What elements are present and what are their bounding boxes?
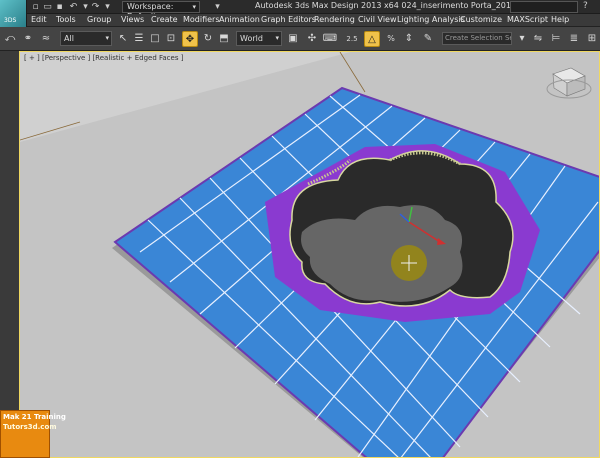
watermark-line-1: Mak 21 Training bbox=[3, 413, 66, 421]
percent-snap-label: % bbox=[387, 34, 395, 43]
pivot-center-icon[interactable]: ▣ bbox=[285, 31, 301, 47]
select-and-manipulate-icon[interactable]: ✣ bbox=[304, 31, 320, 47]
chevron-down-icon: ▾ bbox=[192, 3, 196, 11]
chevron-down-icon[interactable]: ▾ bbox=[514, 31, 530, 47]
redo-icon[interactable]: ↷ bbox=[90, 2, 101, 12]
viewport-scene[interactable] bbox=[20, 52, 600, 458]
menu-customize[interactable]: Customize bbox=[460, 15, 502, 24]
snaps-toggle[interactable]: 2.5 bbox=[342, 31, 362, 47]
menu-help[interactable]: Help bbox=[551, 15, 569, 24]
select-and-link-icon[interactable]: ⚭ bbox=[20, 31, 36, 47]
menu-views[interactable]: Views bbox=[121, 15, 144, 24]
menu-create[interactable]: Create bbox=[151, 15, 178, 24]
selection-filter-value: All bbox=[64, 34, 74, 43]
menu-civil-view[interactable]: Civil View bbox=[358, 15, 397, 24]
menu-bar: Edit Tools Group Views Create Modifiers … bbox=[27, 14, 600, 27]
snap-value: 2.5 bbox=[346, 35, 358, 43]
undo-link-icon[interactable]: ⤺ bbox=[2, 31, 18, 47]
viewport-label[interactable]: [ + ] [Perspective ] [Realistic + Edged … bbox=[24, 54, 183, 62]
save-icon[interactable]: ▪ bbox=[54, 2, 65, 12]
window-title: Autodesk 3ds Max Design 2013 x64 024_ins… bbox=[255, 1, 537, 10]
main-toolbar: ⤺ ⚭ ≈ All ▾ ↖ ☰ □ ⊡ ✥ ↻ ⬒ World ▾ ▣ ✣ ⌨ … bbox=[0, 27, 600, 51]
menu-rendering[interactable]: Rendering bbox=[314, 15, 355, 24]
app-logo[interactable]: 3DS bbox=[0, 0, 27, 27]
selection-filter-dropdown[interactable]: All ▾ bbox=[60, 31, 112, 46]
title-bar: ▫ ▭ ▪ ↶ ▾ ↷ ▾ Workspace: Default ▾ ▾ Aut… bbox=[0, 0, 600, 21]
select-and-move-icon[interactable]: ✥ bbox=[182, 31, 198, 47]
chevron-down-icon: ▾ bbox=[275, 34, 279, 42]
customize-dropdown-icon[interactable]: ▾ bbox=[212, 2, 223, 12]
menu-graph-editors[interactable]: Graph Editors bbox=[261, 15, 316, 24]
align-icon[interactable]: ⊨ bbox=[548, 31, 564, 47]
named-selection-set-placeholder: Create Selection Se bbox=[445, 34, 512, 42]
watermark-line-2: Tutors3d.com bbox=[3, 423, 57, 431]
help-icon[interactable]: ? bbox=[583, 1, 588, 11]
menu-animation[interactable]: Animation bbox=[219, 15, 260, 24]
percent-snap-toggle[interactable]: % bbox=[383, 31, 399, 47]
mirror-icon[interactable]: ⇋ bbox=[530, 31, 546, 47]
rectangular-selection-icon[interactable]: □ bbox=[147, 31, 163, 47]
select-and-rotate-icon[interactable]: ↻ bbox=[200, 31, 216, 47]
reference-coordinate-dropdown[interactable]: World ▾ bbox=[236, 31, 282, 46]
select-and-scale-icon[interactable]: ⬒ bbox=[216, 31, 232, 47]
perspective-viewport[interactable]: [ + ] [Perspective ] [Realistic + Edged … bbox=[19, 51, 600, 458]
select-object-icon[interactable]: ↖ bbox=[115, 31, 131, 47]
menu-tools[interactable]: Tools bbox=[56, 15, 76, 24]
workspace-dropdown[interactable]: Workspace: Default ▾ bbox=[122, 1, 200, 21]
menu-edit[interactable]: Edit bbox=[31, 15, 47, 24]
select-by-name-icon[interactable]: ☰ bbox=[131, 31, 147, 47]
menu-group[interactable]: Group bbox=[87, 15, 111, 24]
keyboard-shortcut-override-icon[interactable]: ⌨ bbox=[322, 31, 338, 47]
app-logo-label: 3DS bbox=[4, 17, 17, 24]
menu-maxscript[interactable]: MAXScript bbox=[507, 15, 548, 24]
left-panel-strip bbox=[0, 51, 19, 458]
training-watermark-logo: Mak 21 Training Tutors3d.com bbox=[0, 410, 66, 458]
layer-manager-icon[interactable]: ≣ bbox=[566, 31, 582, 47]
angle-snap-icon[interactable]: △ bbox=[364, 31, 380, 47]
named-selection-set-input[interactable]: Create Selection Se bbox=[442, 32, 512, 45]
menu-lighting-analysis[interactable]: Lighting Analysis bbox=[397, 15, 465, 24]
chevron-down-icon: ▾ bbox=[105, 34, 109, 42]
menu-modifiers[interactable]: Modifiers bbox=[183, 15, 220, 24]
reference-coordinate-value: World bbox=[240, 34, 263, 43]
search-input[interactable] bbox=[510, 1, 578, 13]
redo-dropdown-icon[interactable]: ▾ bbox=[102, 2, 113, 12]
spinner-snap-icon[interactable]: ⇕ bbox=[401, 31, 417, 47]
edit-named-selection-icon[interactable]: ✎ bbox=[420, 31, 436, 47]
window-crossing-icon[interactable]: ⊡ bbox=[163, 31, 179, 47]
undo-icon[interactable]: ↶ bbox=[68, 2, 79, 12]
bind-space-warp-icon[interactable]: ≈ bbox=[38, 31, 54, 47]
open-folder-icon[interactable]: ▭ bbox=[42, 2, 53, 12]
new-file-icon[interactable]: ▫ bbox=[30, 2, 41, 12]
graphite-ribbon-icon[interactable]: ⊞ bbox=[584, 31, 600, 47]
